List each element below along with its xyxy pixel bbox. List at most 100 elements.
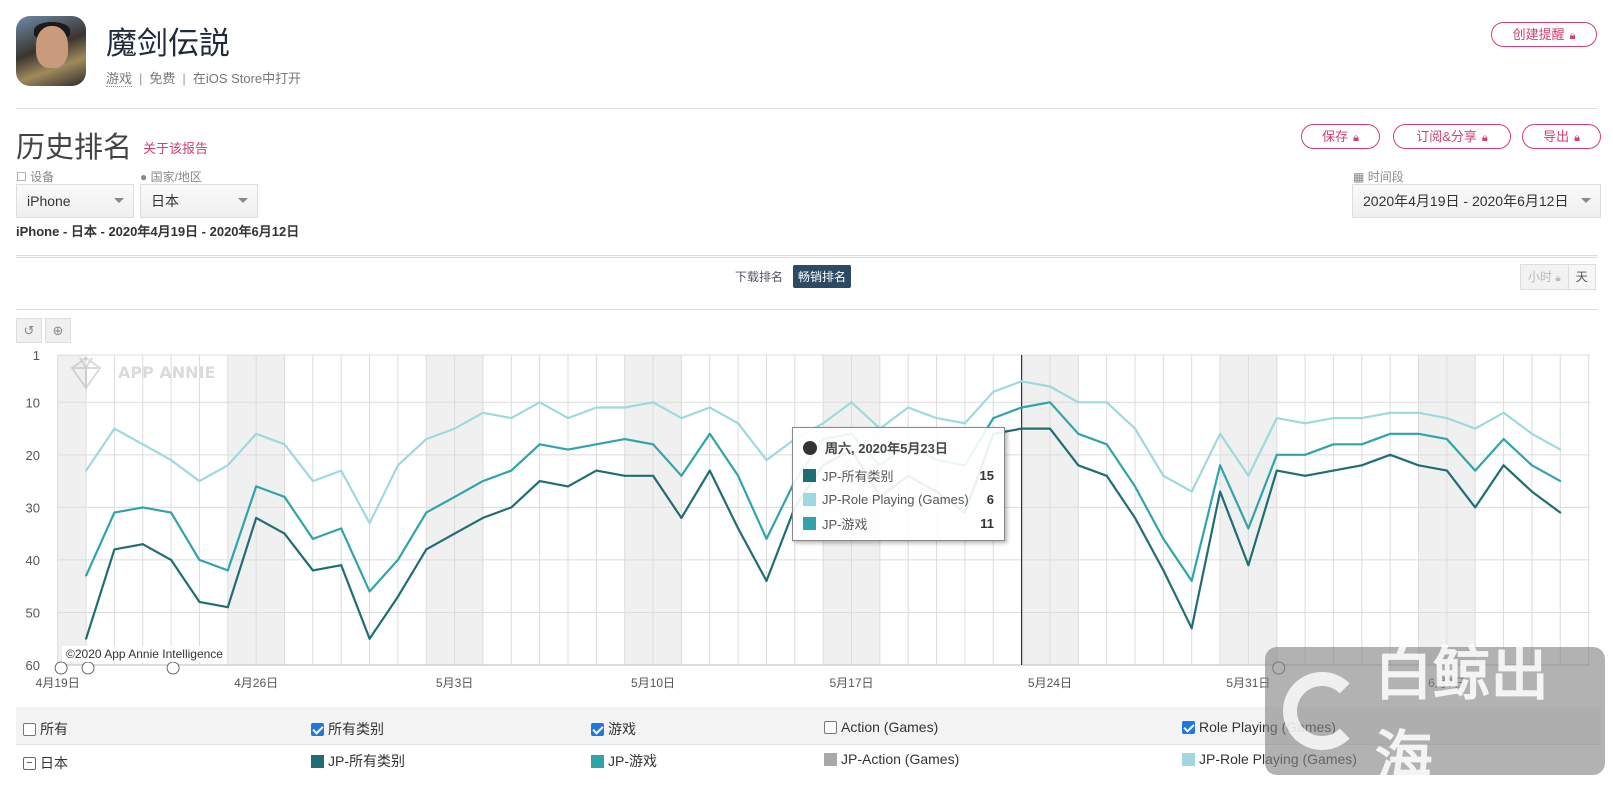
subscribe-share-button[interactable]: 订阅&分享 🔒︎ bbox=[1393, 124, 1511, 149]
data-point bbox=[623, 406, 626, 409]
device-value: iPhone bbox=[27, 193, 71, 209]
x-tick-label: 5月3日 bbox=[436, 676, 473, 690]
legend-series-games[interactable]: JP-游戏 bbox=[591, 751, 657, 771]
country-select[interactable]: 日本 bbox=[140, 184, 258, 218]
data-point bbox=[85, 574, 88, 577]
export-button[interactable]: 导出 🔒︎ bbox=[1522, 124, 1601, 149]
data-point bbox=[1275, 417, 1278, 420]
legend-series-action[interactable]: JP-Action (Games) bbox=[824, 751, 959, 767]
data-point bbox=[737, 474, 740, 477]
series-label: JP-游戏 bbox=[608, 753, 657, 769]
data-point bbox=[1048, 427, 1051, 430]
tooltip-row-label: JP-游戏 bbox=[822, 516, 868, 532]
checkbox[interactable] bbox=[1182, 720, 1195, 734]
period-label: ▦ 时间段 bbox=[1353, 168, 1404, 185]
x-tick-label: 5月17日 bbox=[829, 676, 873, 690]
data-point bbox=[567, 417, 569, 420]
collapse-icon[interactable]: − bbox=[23, 756, 36, 770]
granularity-day-button[interactable]: 天 bbox=[1567, 265, 1595, 289]
data-point bbox=[510, 417, 513, 420]
app-category-link[interactable]: 游戏 bbox=[106, 71, 133, 87]
data-point bbox=[1502, 438, 1505, 441]
data-point bbox=[1247, 564, 1250, 567]
tab-grossing-rank[interactable]: 畅销排名 bbox=[793, 265, 852, 288]
app-annie-watermark: APP ANNIE bbox=[70, 356, 215, 390]
data-point bbox=[1134, 516, 1136, 519]
checkbox[interactable] bbox=[824, 720, 837, 734]
caret-down-icon bbox=[114, 198, 124, 203]
x-tick-label: 5月31日 bbox=[1226, 676, 1270, 690]
data-point bbox=[1417, 464, 1420, 467]
app-icon bbox=[16, 16, 86, 86]
data-point bbox=[396, 558, 399, 561]
data-point bbox=[1389, 432, 1392, 435]
country-label-text: 国家/地区 bbox=[150, 170, 202, 184]
caret-down-icon bbox=[238, 198, 248, 203]
data-point bbox=[1559, 448, 1562, 451]
data-point bbox=[340, 469, 343, 472]
checkbox[interactable] bbox=[591, 722, 604, 736]
data-point bbox=[1219, 490, 1222, 493]
data-point bbox=[1020, 427, 1023, 430]
data-point bbox=[1162, 474, 1165, 477]
copyright-label: ©2020 App Annie Intelligence bbox=[62, 646, 227, 662]
data-point bbox=[652, 443, 655, 446]
country-label: ● 国家/地区 bbox=[140, 168, 202, 185]
data-point bbox=[1105, 401, 1108, 404]
tab-downloads-rank[interactable]: 下载排名 bbox=[731, 265, 787, 288]
data-point bbox=[311, 569, 314, 572]
data-point bbox=[623, 438, 626, 441]
export-label: 导出 bbox=[1543, 129, 1570, 144]
category-checkbox-all-categories[interactable]: 所有类别 bbox=[311, 719, 384, 739]
data-point bbox=[567, 448, 569, 451]
country-value: 日本 bbox=[151, 193, 179, 209]
tooltip-row-value: 11 bbox=[980, 515, 994, 531]
data-point bbox=[283, 532, 286, 535]
data-point bbox=[708, 469, 711, 472]
granularity-toggle: 小时 🔒︎ 天 bbox=[1520, 264, 1596, 290]
caret-down-icon bbox=[1581, 198, 1591, 203]
y-tick-label: 40 bbox=[26, 553, 40, 568]
period-select[interactable]: 2020年4月19日 - 2020年6月12日 bbox=[1352, 184, 1601, 218]
data-point bbox=[1360, 464, 1363, 467]
data-point bbox=[1134, 485, 1136, 488]
device-select[interactable]: iPhone bbox=[16, 184, 134, 218]
lock-icon: 🔒︎ bbox=[1569, 30, 1576, 42]
data-point bbox=[1445, 438, 1448, 441]
checkbox[interactable] bbox=[311, 722, 324, 736]
save-button[interactable]: 保存 🔒︎ bbox=[1301, 124, 1380, 149]
data-point bbox=[1445, 469, 1448, 472]
divider bbox=[16, 309, 1597, 310]
data-point bbox=[1559, 480, 1562, 483]
category-checkbox-games[interactable]: 游戏 bbox=[591, 719, 636, 739]
granularity-hour-button[interactable]: 小时 🔒︎ bbox=[1521, 265, 1568, 289]
data-point bbox=[992, 417, 995, 420]
data-point bbox=[1559, 511, 1562, 514]
data-point bbox=[170, 511, 173, 514]
category-checkbox-action[interactable]: Action (Games) bbox=[824, 719, 938, 735]
series-swatch bbox=[803, 516, 816, 530]
open-in-store-link[interactable]: 在iOS Store中打开 bbox=[193, 71, 301, 86]
checkbox[interactable] bbox=[23, 722, 36, 736]
data-point bbox=[255, 485, 258, 488]
data-point bbox=[1417, 432, 1420, 435]
y-tick-label: 30 bbox=[26, 500, 40, 515]
data-point bbox=[595, 469, 598, 472]
data-point bbox=[567, 485, 569, 488]
category-checkbox-all[interactable]: 所有 bbox=[23, 719, 68, 739]
country-row[interactable]: − 日本 bbox=[23, 753, 68, 773]
data-point bbox=[141, 443, 144, 446]
data-point bbox=[1275, 453, 1278, 456]
data-point bbox=[708, 432, 711, 435]
create-alert-button[interactable]: 创建提醒 🔒︎ bbox=[1491, 22, 1597, 47]
data-point bbox=[198, 558, 201, 561]
data-point bbox=[311, 537, 314, 540]
data-point bbox=[850, 401, 853, 404]
data-point bbox=[765, 537, 768, 540]
globe-icon: ● bbox=[140, 170, 148, 184]
about-report-link[interactable]: 关于该报告 bbox=[143, 138, 208, 157]
report-summary: iPhone - 日本 - 2020年4月19日 - 2020年6月12日 bbox=[16, 224, 300, 239]
data-point bbox=[226, 464, 229, 467]
data-point bbox=[1304, 474, 1307, 477]
legend-series-all-categories[interactable]: JP-所有类别 bbox=[311, 751, 405, 771]
